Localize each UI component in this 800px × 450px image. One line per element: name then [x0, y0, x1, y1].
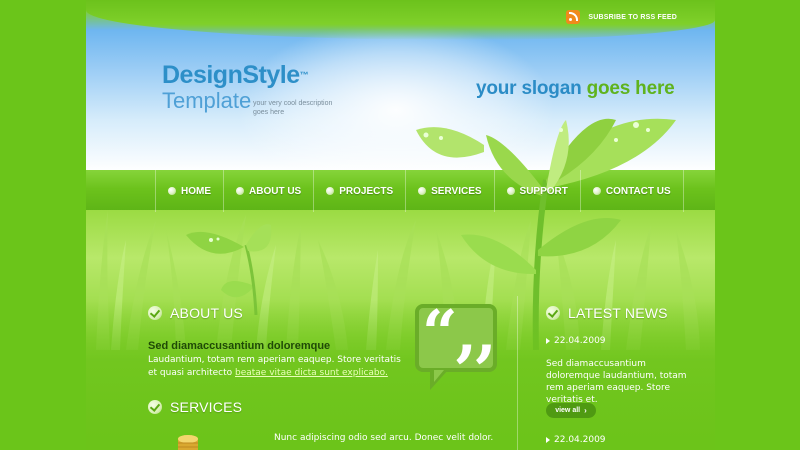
arrow-right-icon — [546, 437, 550, 443]
about-section-header: ABOUT US — [148, 305, 243, 321]
nav-bullet-icon — [326, 187, 335, 195]
services-title: SERVICES — [170, 399, 243, 415]
news-date: 22.04.2009 — [554, 435, 606, 445]
nav-bullet-icon — [236, 187, 244, 195]
nav-label: ABOUT US — [249, 185, 302, 197]
nav-label: PROJECTS — [339, 185, 394, 197]
column-divider — [517, 296, 518, 450]
nav-contact-us[interactable]: CONTACT US — [579, 170, 684, 212]
about-link[interactable]: beatae vitae dicta sunt explicabo. — [235, 368, 388, 378]
news-item-date: 22.04.2009 — [546, 336, 606, 346]
nav-projects[interactable]: PROJECTS — [313, 170, 405, 212]
nav-label: CONTACT US — [605, 185, 671, 197]
slogan: your slogan goes here — [476, 78, 675, 100]
nav-label: SERVICES — [431, 185, 482, 197]
nav-label: SUPPORT — [519, 185, 568, 197]
page-container: SUBSRIBE TO RSS FEED DesignStyle™ Templa… — [86, 0, 715, 450]
services-section-header: SERVICES — [148, 399, 242, 415]
nav-bullet-icon — [592, 187, 601, 195]
check-icon — [148, 306, 162, 320]
news-title: LATEST NEWS — [568, 305, 668, 321]
arrow-right-icon — [546, 338, 550, 344]
logo-description: your very cool description goes here — [253, 100, 333, 116]
slogan-part-2: goes here — [586, 78, 675, 99]
nav-about-us[interactable]: ABOUT US — [223, 170, 313, 212]
news-item-date: 22.04.2009 — [546, 435, 606, 445]
services-text: Nunc adipiscing odio sed arcu. Donec vel… — [274, 433, 494, 443]
nav-label: HOME — [181, 185, 211, 197]
view-all-label: view all — [555, 407, 581, 414]
nav-services[interactable]: SERVICES — [405, 170, 493, 212]
nav-bullet-icon — [418, 187, 427, 195]
about-title: ABOUT US — [170, 305, 243, 321]
rss-icon — [566, 10, 581, 24]
news-item-text: Sed diamaccusantium doloremque laudantiu… — [546, 359, 687, 405]
main-nav: HOME ABOUT US PROJECTS SERVICES SUPPORT … — [155, 170, 684, 212]
news-date: 22.04.2009 — [554, 336, 606, 346]
rss-subscribe-link[interactable]: SUBSRIBE TO RSS FEED — [566, 10, 677, 24]
logo-title: DesignStyle — [162, 61, 300, 89]
check-icon — [148, 400, 162, 414]
nav-support[interactable]: SUPPORT — [493, 170, 580, 212]
about-heading: Sed diamaccusantium doloremque — [148, 340, 331, 352]
view-all-button[interactable]: view all › — [546, 403, 596, 418]
about-text-block: Laudantium, totam rem aperiam eaquep. St… — [148, 354, 408, 380]
trademark-symbol: ™ — [299, 70, 309, 80]
quote-icon: “,, — [422, 296, 497, 369]
chevron-right-icon: › — [584, 406, 587, 415]
nav-bullet-icon — [506, 187, 515, 195]
nav-home[interactable]: HOME — [155, 170, 223, 212]
rss-label: SUBSRIBE TO RSS FEED — [588, 13, 677, 21]
news-section-header: LATEST NEWS — [546, 305, 668, 321]
check-icon — [546, 306, 560, 320]
nav-bullet-icon — [168, 187, 176, 195]
coins-icon — [178, 435, 198, 450]
slogan-part-1: your slogan — [476, 78, 587, 99]
